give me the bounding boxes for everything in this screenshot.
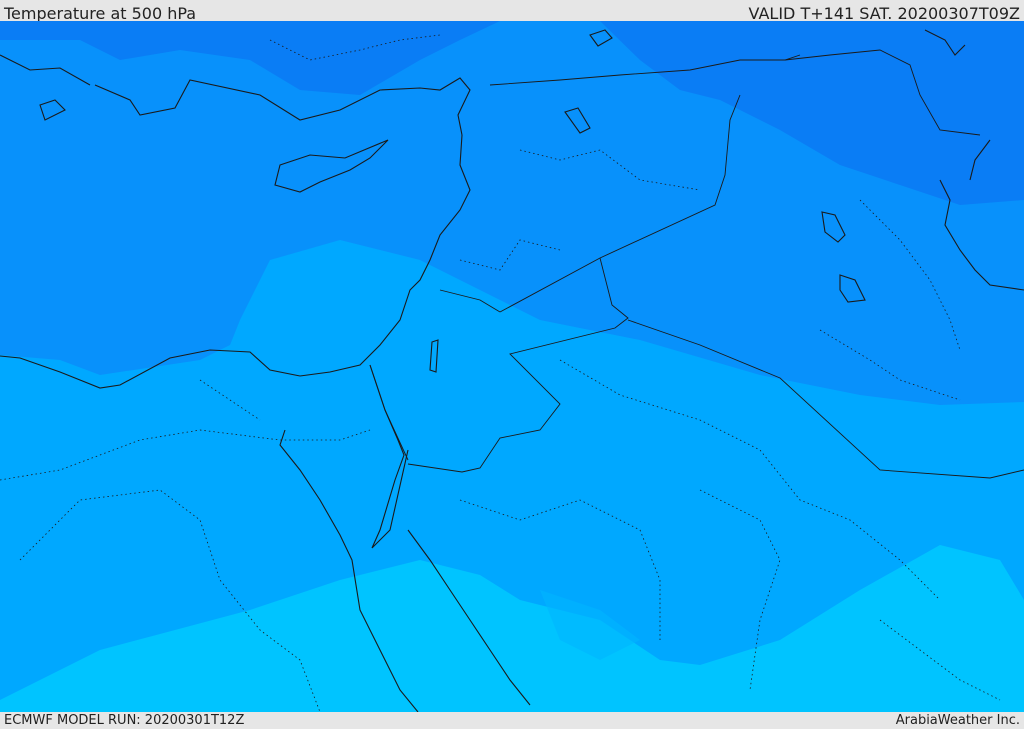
header-bar: Temperature at 500 hPa VALID T+141 SAT. … bbox=[0, 0, 1024, 23]
map-canvas bbox=[0, 21, 1024, 712]
temperature-map bbox=[0, 21, 1024, 712]
credit-label: ArabiaWeather Inc. bbox=[895, 713, 1020, 728]
model-run-label: ECMWF MODEL RUN: 20200301T12Z bbox=[4, 713, 245, 728]
footer-bar: ECMWF MODEL RUN: 20200301T12Z ArabiaWeat… bbox=[0, 712, 1024, 729]
